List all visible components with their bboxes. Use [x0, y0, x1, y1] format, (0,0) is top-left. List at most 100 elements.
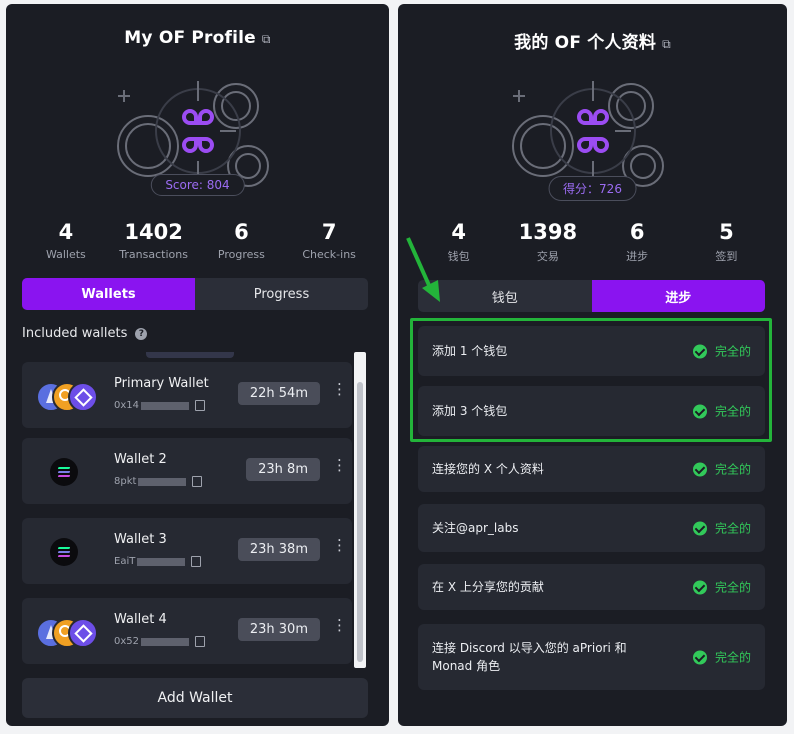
tab-progress[interactable]: Progress: [195, 278, 368, 310]
kebab-menu-icon[interactable]: [332, 456, 347, 476]
add-wallet-button[interactable]: Add Wallet: [22, 678, 368, 718]
stat-label: 交易: [536, 250, 559, 263]
external-link-icon[interactable]: ⧉: [662, 37, 671, 51]
task-status-text: 完全的: [714, 650, 751, 665]
included-wallets-label: Included wallets: [22, 326, 128, 341]
wallet-name: Primary Wallet: [114, 376, 209, 391]
stat-progress: 6 进步: [593, 220, 682, 264]
stat-transactions: 1398 交易: [503, 220, 592, 264]
copy-icon[interactable]: [195, 400, 206, 411]
wallet-address-prefix: EaiT: [114, 556, 136, 567]
page-title: My OF Profile ⧉: [6, 28, 389, 48]
redaction-mask: [141, 637, 190, 646]
copy-icon[interactable]: [191, 556, 202, 567]
wallet-list-scrollbar[interactable]: [354, 352, 366, 668]
wallet-chain-icons: [36, 380, 106, 412]
page-title: 我的 OF 个人资料 ⧉: [398, 28, 787, 53]
stat-value: 6: [234, 220, 249, 244]
stat-value: 4: [58, 220, 74, 244]
task-status-text: 完全的: [714, 521, 751, 536]
wallet-timer: 23h 38m: [237, 538, 320, 561]
stat-value: 1402: [124, 220, 183, 244]
stats-row: 4 Wallets 1402 Transactions 6 Progress 7 Che…: [22, 220, 373, 261]
stat-label: Check-ins: [302, 248, 356, 261]
help-icon[interactable]: ?: [135, 327, 148, 340]
kebab-menu-icon[interactable]: [332, 380, 347, 400]
copy-icon[interactable]: [192, 476, 203, 487]
stat-value: 7: [321, 220, 337, 244]
kebab-menu-icon[interactable]: [332, 536, 347, 556]
redaction-mask: [141, 401, 190, 410]
page-title-text: 我的 OF 个人资料: [514, 33, 657, 53]
task-label: 关注@apr_labs: [432, 521, 519, 535]
arrow-icon: [406, 237, 440, 302]
tab-wallets[interactable]: 钱包: [418, 280, 592, 312]
score-badge: 得分：726: [548, 176, 637, 201]
task-status-text: 完全的: [714, 580, 751, 595]
stat-wallets: 4 Wallets: [22, 220, 110, 261]
stat-value: 6: [629, 220, 645, 244]
wallet-address: 0x52: [114, 636, 206, 647]
task-status: 完全的: [692, 579, 751, 596]
wallet-name: Wallet 3: [114, 532, 167, 547]
wallet-address-prefix: 8pkt: [114, 476, 137, 487]
task-row[interactable]: 连接您的 X 个人资料 完全的: [418, 446, 765, 492]
wallet-row[interactable]: Primary Wallet 0x14 22h 54m: [22, 362, 352, 428]
stat-checkins: 7 Check-ins: [285, 220, 373, 261]
stat-value: 5: [719, 220, 734, 244]
stat-progress: 6 Progress: [198, 220, 286, 261]
task-label: 连接您的 X 个人资料: [432, 462, 544, 476]
wallet-address: EaiT: [114, 556, 202, 567]
task-row[interactable]: 在 X 上分享您的贡献 完全的: [418, 564, 765, 610]
check-circle-icon: [692, 521, 707, 535]
stat-label: Progress: [217, 248, 265, 261]
stat-label: Wallets: [45, 248, 86, 261]
monad-icon: [68, 382, 98, 412]
wallet-timer: 23h 8m: [246, 458, 320, 481]
stat-value: 1398: [518, 220, 578, 244]
redaction-mask: [138, 477, 187, 486]
solana-icon: [50, 538, 78, 566]
wallet-chain-icons: [36, 616, 106, 648]
task-row[interactable]: 连接 Discord 以导入您的 aPriori 和 Monad 角色 完全的: [418, 624, 765, 690]
stat-transactions: 1402 Transactions: [110, 220, 198, 261]
score-badge: Score: 804: [150, 174, 245, 196]
task-label: 连接 Discord 以导入您的 aPriori 和 Monad 角色: [432, 641, 627, 673]
highlight-box: [410, 318, 772, 442]
wallet-address-prefix: 0x14: [114, 400, 140, 411]
wallet-row[interactable]: Wallet 4 0x52 23h 30m: [22, 598, 352, 664]
tab-progress[interactable]: 进步: [591, 280, 765, 312]
wallet-timer: 22h 54m: [237, 382, 320, 405]
wallet-row[interactable]: Wallet 2 8pkt 23h 8m: [22, 438, 352, 504]
scrollbar-thumb[interactable]: [357, 382, 363, 662]
wallet-name: Wallet 4: [114, 612, 167, 627]
check-circle-icon: [692, 462, 707, 476]
stat-label: 签到: [715, 250, 738, 263]
solana-icon: [50, 458, 78, 486]
tab-wallets[interactable]: Wallets: [22, 278, 195, 310]
task-status: 完全的: [692, 649, 751, 666]
wallet-list: Primary Wallet 0x14 22h 54m Wallet 2 8pk…: [22, 352, 362, 666]
task-status: 完全的: [692, 461, 751, 478]
task-row[interactable]: 关注@apr_labs 完全的: [418, 504, 765, 552]
profile-panel-en: My OF Profile ⧉ Score: 804 4 Wallets 1402 T…: [6, 4, 389, 726]
tab-bar: 钱包 进步: [418, 280, 765, 312]
tab-bar: Wallets Progress: [22, 278, 368, 310]
copy-icon[interactable]: [195, 636, 206, 647]
check-circle-icon: [692, 650, 707, 664]
wallet-row[interactable]: Wallet 3 EaiT 23h 38m: [22, 518, 352, 584]
task-status: 完全的: [692, 520, 751, 537]
wallet-chain-icons: [36, 456, 106, 486]
external-link-icon[interactable]: ⧉: [262, 32, 271, 46]
page-title-text: My OF Profile: [124, 28, 256, 48]
wallet-timer: 23h 30m: [237, 618, 320, 641]
wallet-address: 8pkt: [114, 476, 203, 487]
monad-icon: [68, 618, 98, 648]
wallet-name: Wallet 2: [114, 452, 167, 467]
stat-checkins: 5 签到: [682, 220, 771, 264]
stat-label: 进步: [626, 250, 649, 263]
stat-label: Transactions: [119, 248, 188, 261]
task-status-text: 完全的: [714, 462, 751, 477]
stats-row: 4 钱包 1398 交易 6 进步 5 签到: [414, 220, 771, 264]
kebab-menu-icon[interactable]: [332, 616, 347, 636]
